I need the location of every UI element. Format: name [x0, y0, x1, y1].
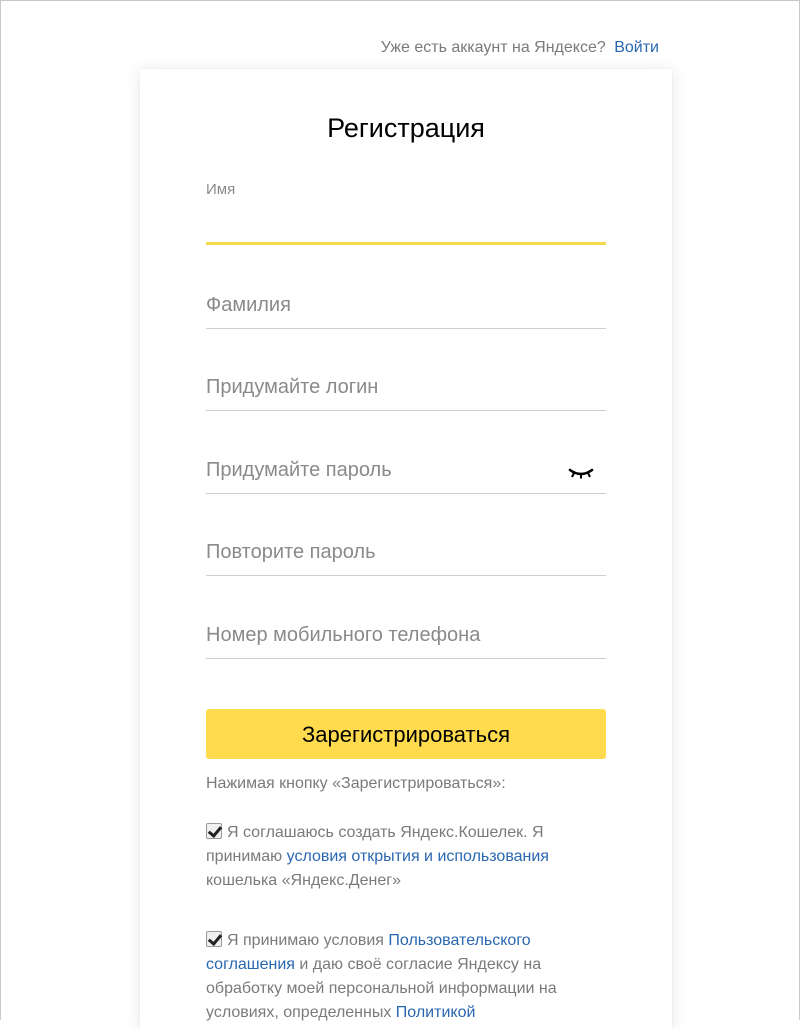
- login-underline: [206, 410, 606, 411]
- last-name-placeholder: Фамилия: [206, 294, 291, 316]
- wallet-agreement: Я соглашаюсь создать Яндекс.Кошелек. Я п…: [206, 821, 606, 893]
- password-repeat-field[interactable]: Повторите пароль: [206, 532, 606, 576]
- first-name-field[interactable]: Имя: [206, 181, 606, 245]
- login-prompt-bar: Уже есть аккаунт на Яндексе? Войти: [381, 39, 659, 57]
- wallet-terms-link[interactable]: условия открытия и использования: [287, 848, 549, 865]
- user-agreement-text-before: Я принимаю условия: [227, 932, 389, 949]
- login-placeholder: Придумайте логин: [206, 376, 379, 398]
- phone-placeholder: Номер мобильного телефона: [206, 624, 481, 646]
- last-name-field[interactable]: Фамилия: [206, 285, 606, 329]
- login-field[interactable]: Придумайте логин: [206, 367, 606, 411]
- password-repeat-underline: [206, 575, 606, 576]
- first-name-underline: [206, 242, 606, 245]
- first-name-label: Имя: [206, 181, 236, 198]
- last-name-underline: [206, 328, 606, 329]
- registration-card: Регистрация Имя Фамилия Придумайте логин…: [140, 69, 672, 1029]
- password-placeholder: Придумайте пароль: [206, 459, 392, 481]
- login-link[interactable]: Войти: [614, 39, 659, 56]
- wallet-agreement-checkbox[interactable]: [206, 823, 222, 839]
- login-prompt-text: Уже есть аккаунт на Яндексе?: [380, 39, 606, 56]
- page-title: Регистрация: [327, 113, 485, 143]
- password-repeat-placeholder: Повторите пароль: [206, 541, 376, 563]
- phone-underline: [206, 658, 606, 659]
- terms-hint: Нажимая кнопку «Зарегистрироваться»:: [206, 775, 506, 792]
- register-button[interactable]: Зарегистрироваться: [206, 709, 606, 759]
- user-agreement-checkbox[interactable]: [206, 931, 222, 947]
- phone-field[interactable]: Номер мобильного телефона: [206, 615, 606, 659]
- privacy-policy-link[interactable]: Политикой: [396, 1004, 476, 1021]
- password-field[interactable]: Придумайте пароль: [206, 450, 606, 494]
- eye-closed-icon[interactable]: [568, 466, 594, 480]
- user-agreement: Я принимаю условия Пользовательского сог…: [206, 929, 606, 1025]
- wallet-agreement-text-after: кошелька «Яндекс.Денег»: [206, 872, 401, 889]
- password-underline: [206, 493, 606, 494]
